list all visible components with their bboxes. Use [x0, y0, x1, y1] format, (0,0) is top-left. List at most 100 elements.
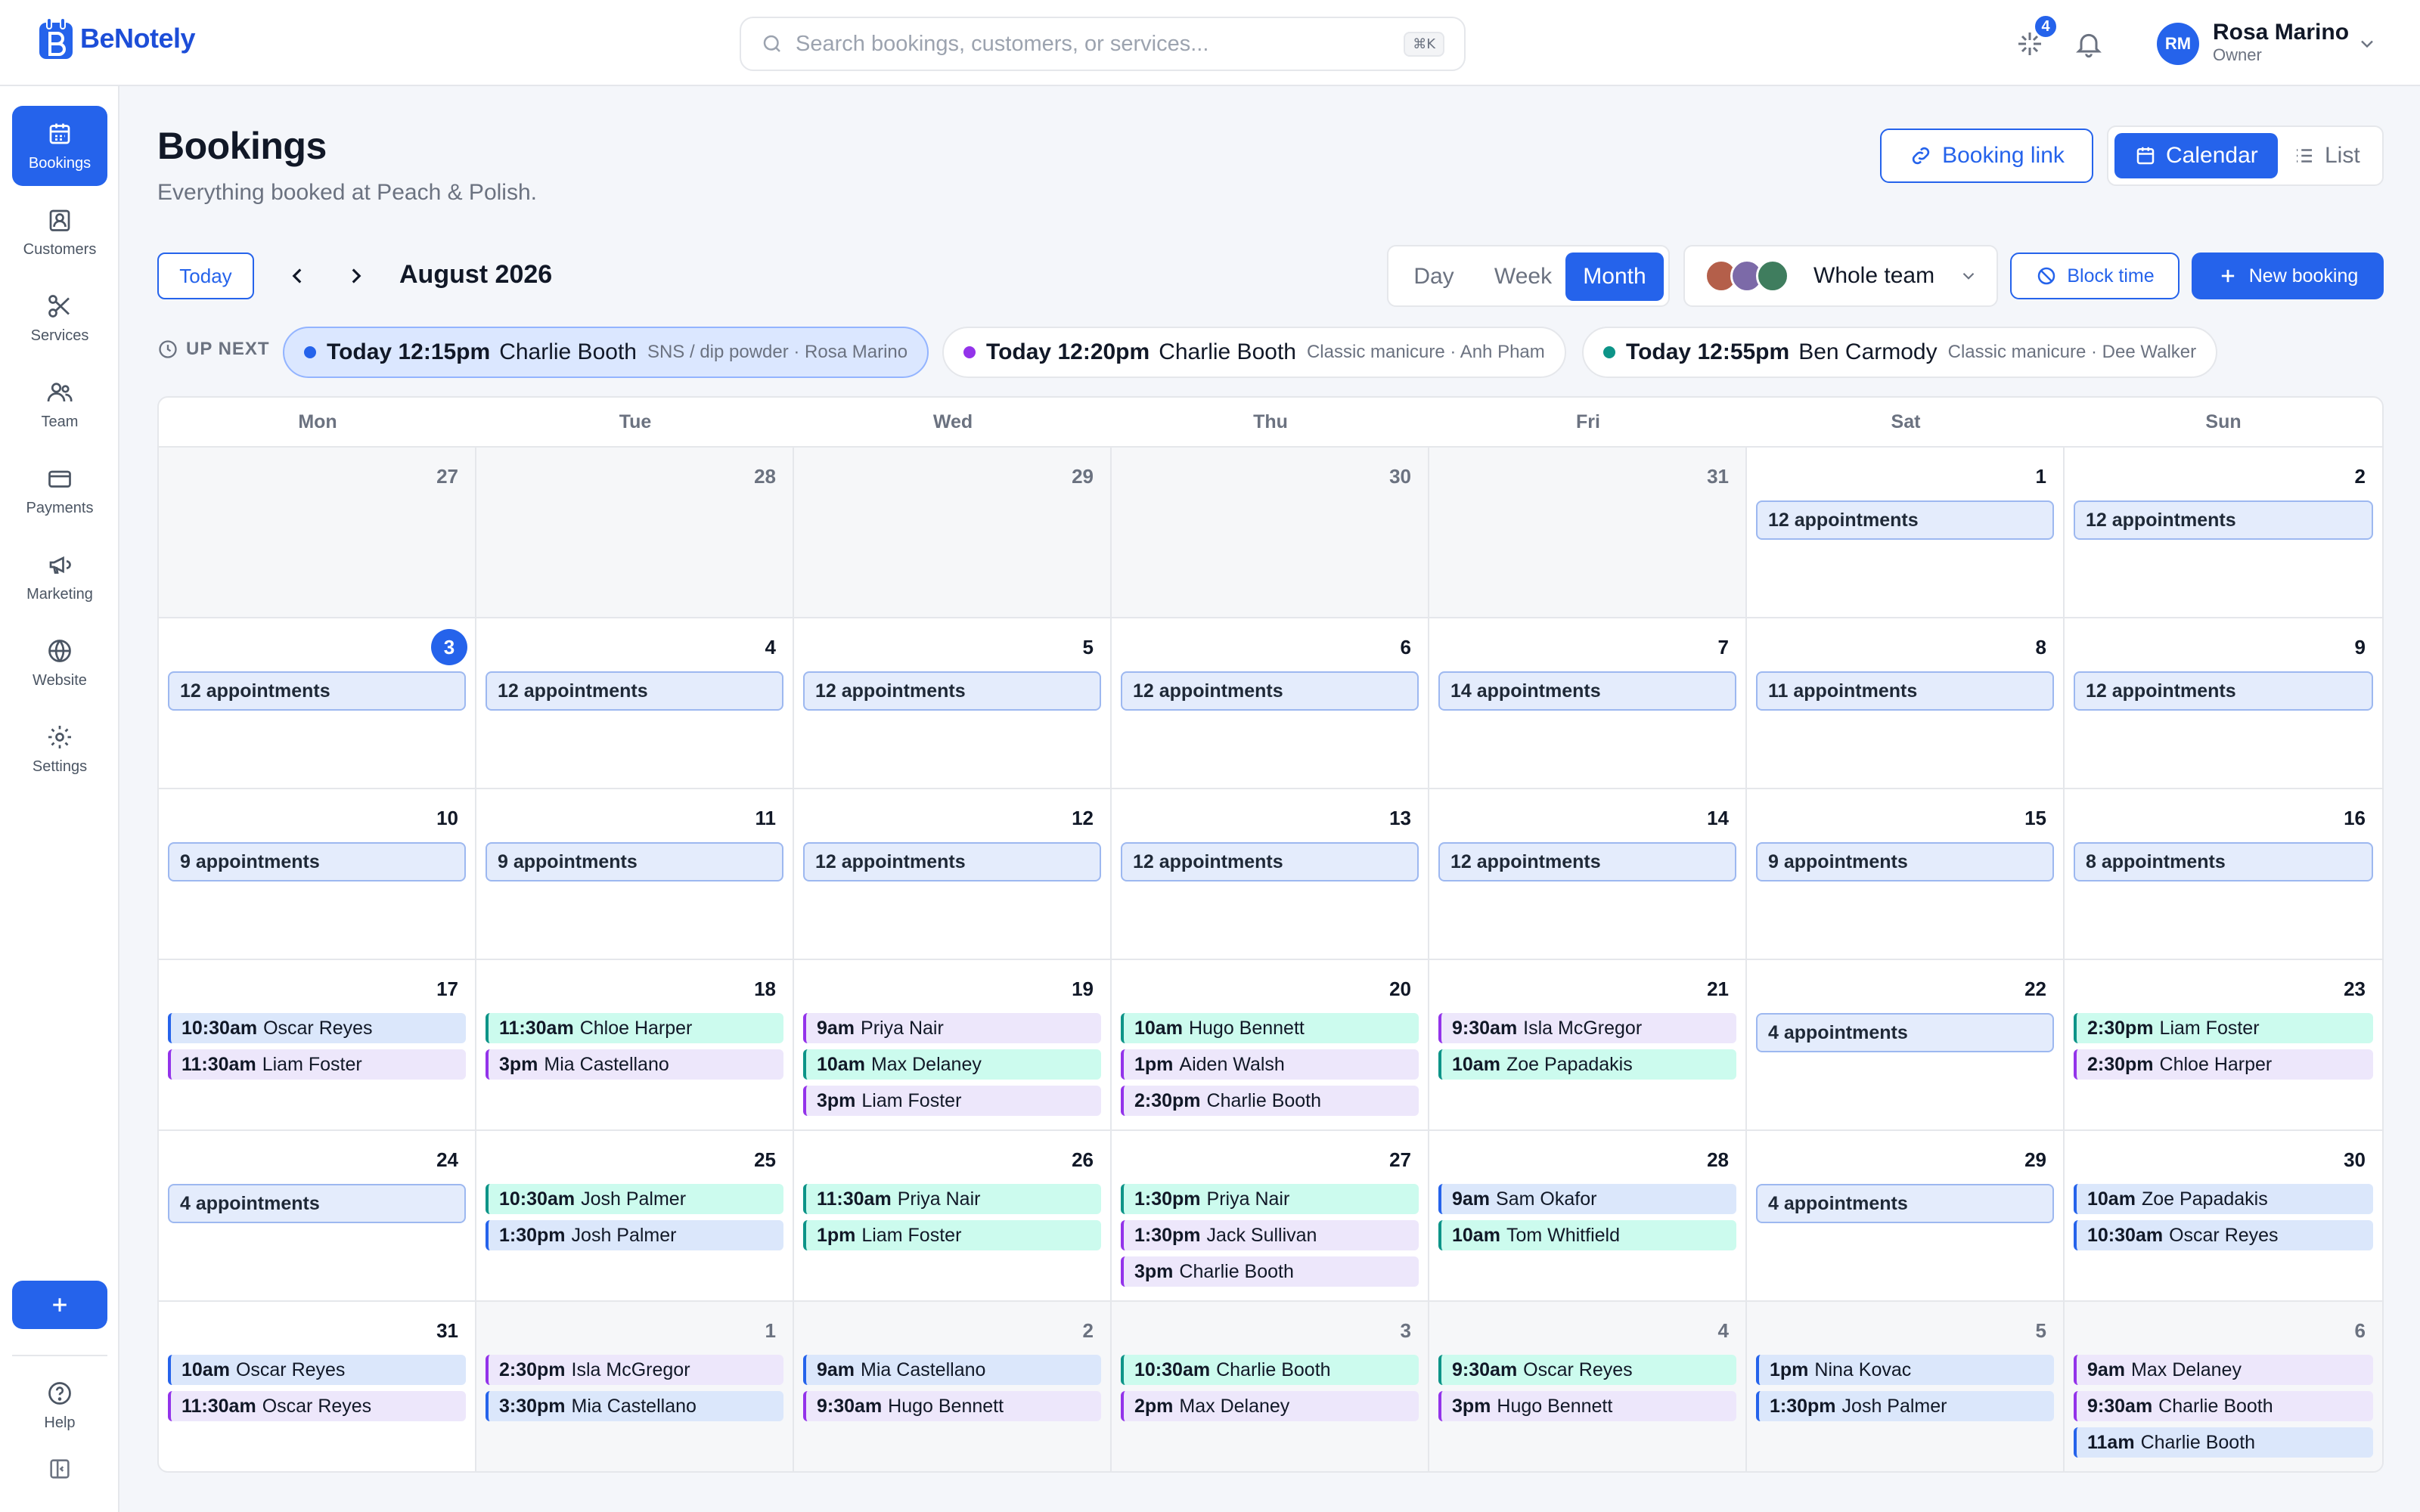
- calendar-day[interactable]: 26 11:30am Priya Nair 1pm Liam Foster: [794, 1131, 1112, 1300]
- appointment-chip[interactable]: 1:30pm Josh Palmer: [486, 1220, 783, 1250]
- appointment-count-pill[interactable]: 12 appointments: [1121, 671, 1419, 711]
- sidebar-item-services[interactable]: Services: [12, 278, 107, 358]
- appointment-chip[interactable]: 2:30pm Isla McGregor: [486, 1355, 783, 1385]
- calendar-day[interactable]: 22 4 appointments: [1747, 960, 2065, 1129]
- appointment-count-pill[interactable]: 12 appointments: [803, 671, 1101, 711]
- calendar-day[interactable]: 15 9 appointments: [1747, 789, 2065, 959]
- appointment-count-pill[interactable]: 4 appointments: [1756, 1184, 2054, 1223]
- calendar-view-button[interactable]: Calendar: [2114, 133, 2278, 178]
- calendar-day[interactable]: 13 12 appointments: [1112, 789, 1429, 959]
- sidebar-item-settings[interactable]: Settings: [12, 709, 107, 789]
- calendar-day[interactable]: 3 12 appointments: [159, 618, 476, 788]
- calendar-day[interactable]: 6 12 appointments: [1112, 618, 1429, 788]
- calendar-day[interactable]: 16 8 appointments: [2065, 789, 2382, 959]
- up-next-chip[interactable]: Today 12:15pm Charlie Booth SNS / dip powd…: [283, 327, 929, 378]
- appointment-chip[interactable]: 9:30am Oscar Reyes: [1438, 1355, 1736, 1385]
- calendar-day[interactable]: 11 9 appointments: [476, 789, 794, 959]
- appointment-count-pill[interactable]: 9 appointments: [168, 842, 466, 881]
- calendar-day[interactable]: 3 10:30am Charlie Booth 2pm Max Delaney: [1112, 1302, 1429, 1471]
- calendar-day[interactable]: 14 12 appointments: [1429, 789, 1747, 959]
- new-booking-button[interactable]: New booking: [2192, 253, 2384, 299]
- appointment-chip[interactable]: 10am Tom Whitfield: [1438, 1220, 1736, 1250]
- collapse-sidebar-icon[interactable]: [47, 1456, 73, 1482]
- today-button[interactable]: Today: [157, 253, 254, 299]
- sidebar-item-team[interactable]: Team: [12, 364, 107, 445]
- calendar-day[interactable]: 31: [1429, 448, 1747, 617]
- calendar-day[interactable]: 2 12 appointments: [2065, 448, 2382, 617]
- calendar-day[interactable]: 25 10:30am Josh Palmer 1:30pm Josh Palmer: [476, 1131, 794, 1300]
- sidebar-item-help[interactable]: Help: [12, 1365, 107, 1445]
- calendar-day[interactable]: 8 11 appointments: [1747, 618, 2065, 788]
- up-next-chip[interactable]: Today 12:55pm Ben Carmody Classic manicure…: [1582, 327, 2218, 378]
- appointment-chip[interactable]: 1pm Nina Kovac: [1756, 1355, 2054, 1385]
- appointment-chip[interactable]: 10am Hugo Bennett: [1121, 1013, 1419, 1043]
- calendar-day[interactable]: 1 12 appointments: [1747, 448, 2065, 617]
- chevron-down-icon[interactable]: [2356, 33, 2378, 54]
- calendar-day[interactable]: 5 1pm Nina Kovac 1:30pm Josh Palmer: [1747, 1302, 2065, 1471]
- appointment-count-pill[interactable]: 12 appointments: [1121, 842, 1419, 881]
- user-avatar[interactable]: RM: [2157, 23, 2199, 65]
- appointment-chip[interactable]: 2:30pm Chloe Harper: [2074, 1049, 2373, 1080]
- calendar-day[interactable]: 27: [159, 448, 476, 617]
- appointment-count-pill[interactable]: 14 appointments: [1438, 671, 1736, 711]
- appointment-chip[interactable]: 11:30am Priya Nair: [803, 1184, 1101, 1214]
- range-month-button[interactable]: Month: [1565, 253, 1664, 301]
- block-time-button[interactable]: Block time: [2010, 253, 2180, 299]
- calendar-day[interactable]: 28 9am Sam Okafor 10am Tom Whitfield: [1429, 1131, 1747, 1300]
- appointment-chip[interactable]: 10am Zoe Papadakis: [1438, 1049, 1736, 1080]
- calendar-day[interactable]: 2 9am Mia Castellano 9:30am Hugo Bennett: [794, 1302, 1112, 1471]
- chevron-left-icon[interactable]: [284, 263, 310, 289]
- appointment-chip[interactable]: 3pm Mia Castellano: [486, 1049, 783, 1080]
- appointment-count-pill[interactable]: 4 appointments: [168, 1184, 466, 1223]
- calendar-day[interactable]: 9 12 appointments: [2065, 618, 2382, 788]
- app-logo[interactable]: BeNotely: [38, 17, 196, 60]
- list-view-button[interactable]: List: [2273, 133, 2380, 178]
- calendar-day[interactable]: 5 12 appointments: [794, 618, 1112, 788]
- calendar-day[interactable]: 29: [794, 448, 1112, 617]
- team-filter-select[interactable]: Whole team: [1683, 245, 1998, 307]
- range-day-button[interactable]: Day: [1395, 253, 1473, 301]
- appointment-chip[interactable]: 9:30am Hugo Bennett: [803, 1391, 1101, 1421]
- appointment-count-pill[interactable]: 8 appointments: [2074, 842, 2373, 881]
- calendar-day[interactable]: 4 12 appointments: [476, 618, 794, 788]
- appointment-count-pill[interactable]: 9 appointments: [486, 842, 783, 881]
- appointment-chip[interactable]: 1:30pm Priya Nair: [1121, 1184, 1419, 1214]
- quick-add-button[interactable]: [12, 1281, 107, 1329]
- appointment-count-pill[interactable]: 12 appointments: [803, 842, 1101, 881]
- bell-icon[interactable]: [2074, 29, 2104, 59]
- calendar-day[interactable]: 4 9:30am Oscar Reyes 3pm Hugo Bennett: [1429, 1302, 1747, 1471]
- sidebar-item-customers[interactable]: Customers: [12, 192, 107, 272]
- appointment-chip[interactable]: 1pm Aiden Walsh: [1121, 1049, 1419, 1080]
- appointment-chip[interactable]: 1:30pm Jack Sullivan: [1121, 1220, 1419, 1250]
- appointment-count-pill[interactable]: 12 appointments: [168, 671, 466, 711]
- appointment-chip[interactable]: 1pm Liam Foster: [803, 1220, 1101, 1250]
- appointment-count-pill[interactable]: 9 appointments: [1756, 842, 2054, 881]
- appointment-chip[interactable]: 10:30am Oscar Reyes: [168, 1013, 466, 1043]
- appointment-chip[interactable]: 9:30am Isla McGregor: [1438, 1013, 1736, 1043]
- appointment-chip[interactable]: 10:30am Oscar Reyes: [2074, 1220, 2373, 1250]
- appointment-chip[interactable]: 11:30am Chloe Harper: [486, 1013, 783, 1043]
- appointment-chip[interactable]: 2:30pm Charlie Booth: [1121, 1086, 1419, 1116]
- calendar-day[interactable]: 17 10:30am Oscar Reyes 11:30am Liam Foster: [159, 960, 476, 1129]
- appointment-chip[interactable]: 1:30pm Josh Palmer: [1756, 1391, 2054, 1421]
- calendar-day[interactable]: 20 10am Hugo Bennett 1pm Aiden Walsh 2:30pm Ch…: [1112, 960, 1429, 1129]
- search-bar[interactable]: Search bookings, customers, or services.…: [740, 17, 1466, 71]
- calendar-day[interactable]: 30 10am Zoe Papadakis 10:30am Oscar Reyes: [2065, 1131, 2382, 1300]
- appointment-chip[interactable]: 10:30am Charlie Booth: [1121, 1355, 1419, 1385]
- appointment-chip[interactable]: 9am Sam Okafor: [1438, 1184, 1736, 1214]
- appointment-chip[interactable]: 11:30am Oscar Reyes: [168, 1391, 466, 1421]
- calendar-day[interactable]: 7 14 appointments: [1429, 618, 1747, 788]
- appointment-chip[interactable]: 9:30am Charlie Booth: [2074, 1391, 2373, 1421]
- appointment-chip[interactable]: 9am Mia Castellano: [803, 1355, 1101, 1385]
- calendar-day[interactable]: 18 11:30am Chloe Harper 3pm Mia Castellano: [476, 960, 794, 1129]
- calendar-day[interactable]: 6 9am Max Delaney 9:30am Charlie Booth 11am Ch…: [2065, 1302, 2382, 1471]
- appointment-chip[interactable]: 9am Priya Nair: [803, 1013, 1101, 1043]
- appointment-count-pill[interactable]: 4 appointments: [1756, 1013, 2054, 1052]
- sidebar-item-website[interactable]: Website: [12, 623, 107, 703]
- appointment-chip[interactable]: 3pm Hugo Bennett: [1438, 1391, 1736, 1421]
- appointment-chip[interactable]: 3pm Liam Foster: [803, 1086, 1101, 1116]
- up-next-chip[interactable]: Today 12:20pm Charlie Booth Classic manicu…: [942, 327, 1566, 378]
- appointment-chip[interactable]: 2:30pm Liam Foster: [2074, 1013, 2373, 1043]
- appointment-chip[interactable]: 10am Max Delaney: [803, 1049, 1101, 1080]
- appointment-chip[interactable]: 10:30am Josh Palmer: [486, 1184, 783, 1214]
